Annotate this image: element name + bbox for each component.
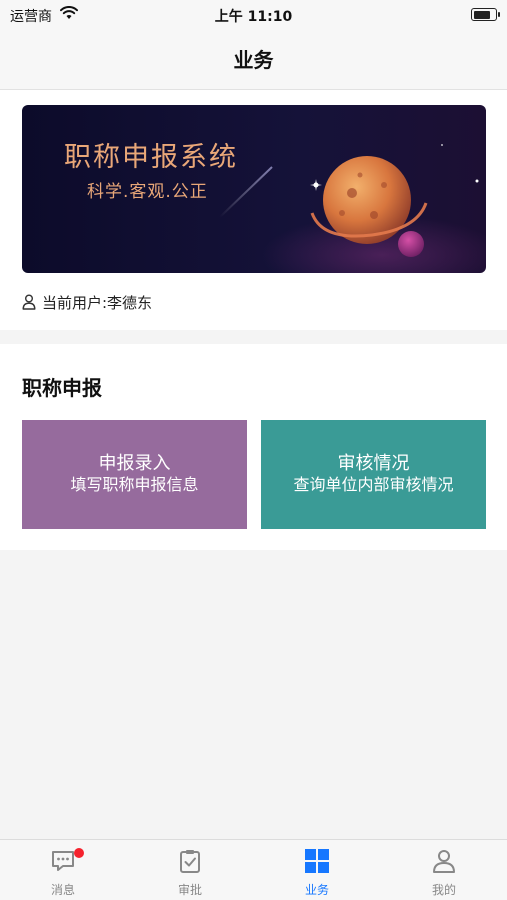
header-card: 职称申报系统 科学.客观.公正 当前用户:李德东	[0, 90, 507, 330]
review-status-button[interactable]: 审核情况 查询单位内部审核情况	[261, 420, 486, 529]
tab-label: 审批	[177, 883, 202, 897]
current-user-row: 当前用户:李德东	[22, 292, 152, 312]
tile-subtitle: 查询单位内部审核情况	[293, 475, 454, 494]
status-time: 上午 11:10	[214, 9, 293, 25]
tab-bar: 消息 审批 业务 我的	[0, 839, 507, 900]
tile-subtitle: 填写职称申报信息	[70, 475, 199, 494]
banner-title: 职称申报系统	[64, 142, 238, 173]
user-outline-icon	[22, 294, 36, 310]
current-user-label: 当前用户:李德东	[42, 293, 153, 312]
grid-icon	[305, 849, 329, 873]
tile-title: 申报录入	[98, 453, 171, 474]
tab-business[interactable]: 业务	[254, 840, 380, 900]
section-title: 职称申报	[22, 376, 102, 400]
tab-label: 消息	[50, 883, 75, 897]
tab-label: 业务	[304, 883, 329, 897]
tab-profile[interactable]: 我的	[381, 840, 507, 900]
battery-icon	[471, 8, 500, 21]
title-application-section: 职称申报 申报录入 填写职称申报信息 审核情况 查询单位内部审核情况	[0, 344, 507, 550]
nav-bar: 业务	[0, 30, 507, 90]
status-bar: 运营商 上午 11:10	[0, 0, 507, 30]
system-banner: 职称申报系统 科学.客观.公正	[22, 105, 486, 273]
tab-messages[interactable]: 消息	[0, 840, 126, 900]
message-icon	[52, 851, 74, 871]
user-icon	[433, 850, 455, 873]
banner-subtitle: 科学.客观.公正	[87, 182, 208, 202]
tile-title: 审核情况	[337, 453, 410, 474]
tab-label: 我的	[431, 883, 456, 897]
application-entry-button[interactable]: 申报录入 填写职称申报信息	[22, 420, 247, 529]
clipboard-check-icon	[180, 850, 200, 873]
unread-badge-dot	[74, 848, 84, 858]
page-title: 业务	[233, 48, 274, 72]
tab-approval[interactable]: 审批	[127, 840, 253, 900]
